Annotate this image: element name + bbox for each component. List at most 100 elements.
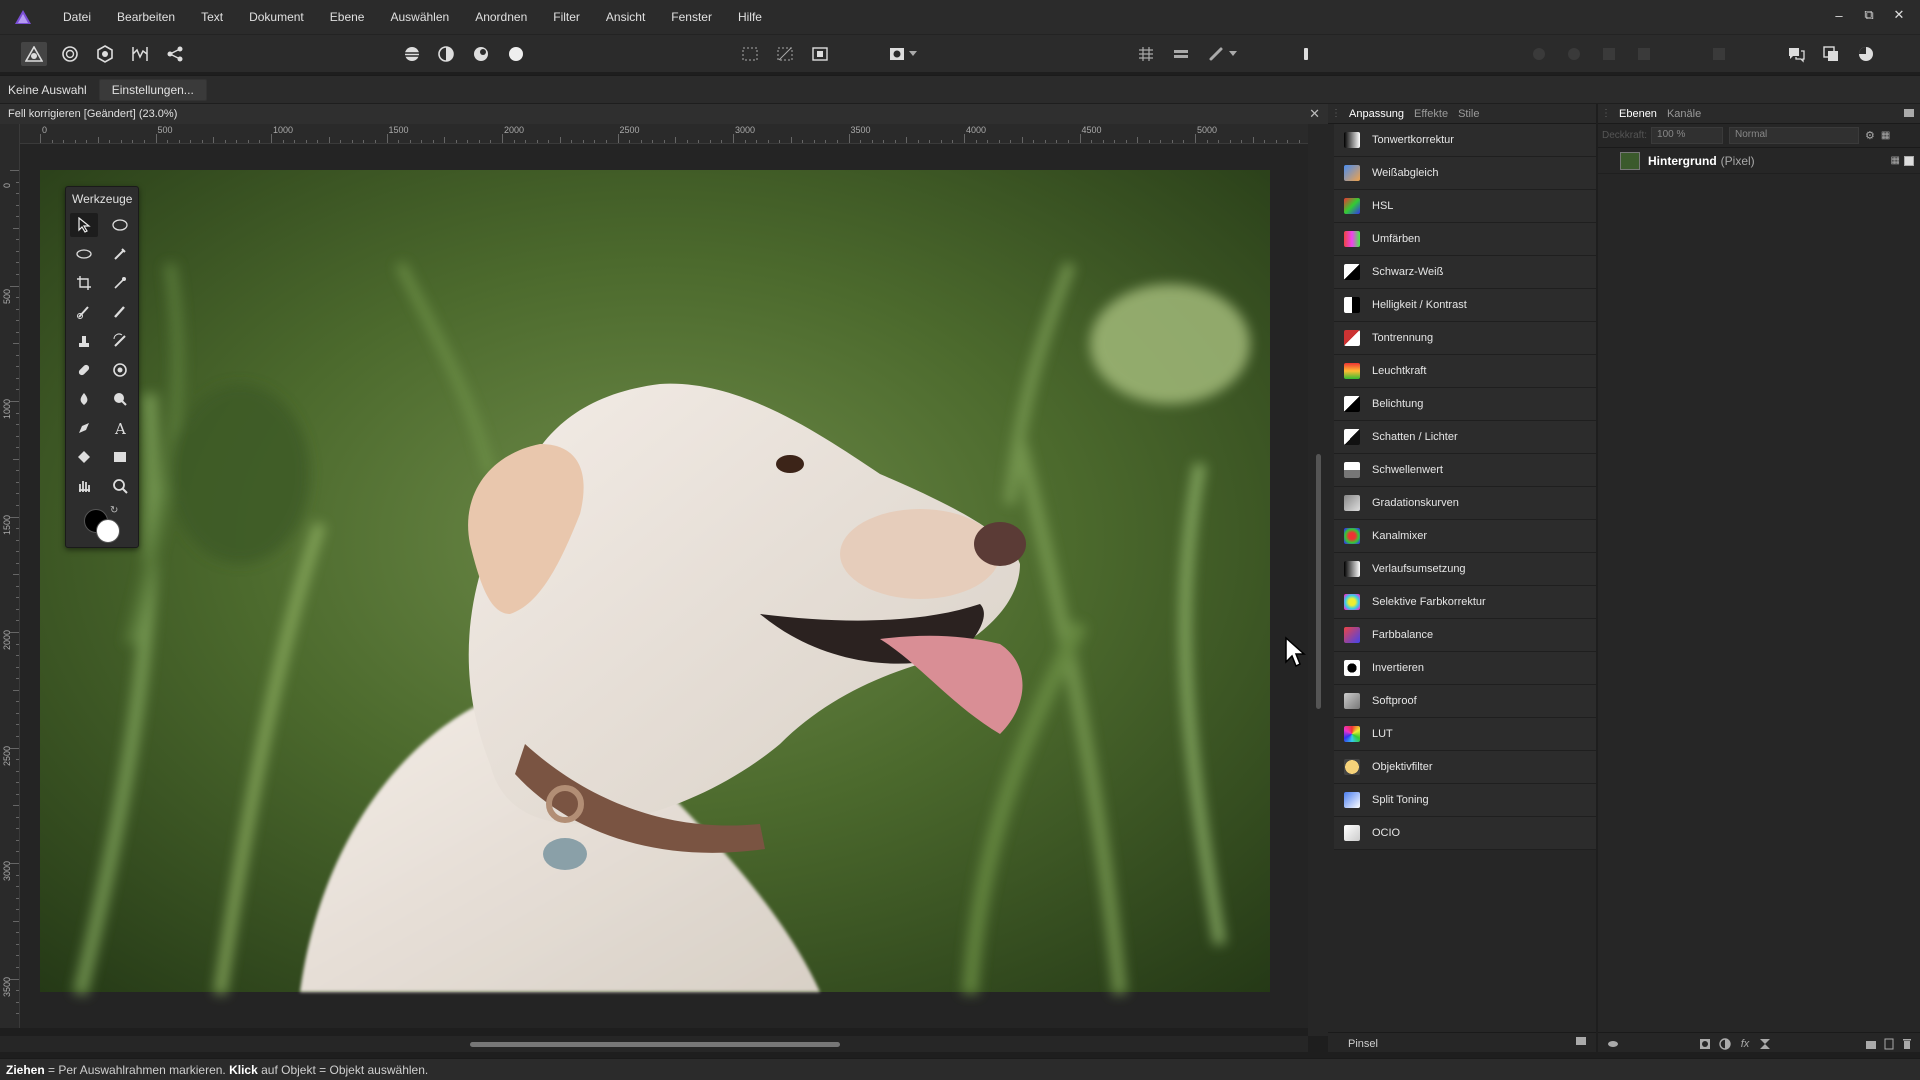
red-eye-icon[interactable] xyxy=(106,358,134,382)
menu-auswaehlen[interactable]: Auswählen xyxy=(377,0,462,34)
blend-mode-select[interactable]: Normal xyxy=(1729,127,1860,144)
color-well[interactable]: ↻ xyxy=(82,505,126,545)
adjustment-item[interactable]: Kanalmixer xyxy=(1334,520,1596,553)
menu-text[interactable]: Text xyxy=(188,0,236,34)
menu-fenster[interactable]: Fenster xyxy=(658,0,725,34)
settings-button[interactable]: Einstellungen... xyxy=(98,78,207,101)
panel-grip-icon[interactable]: ⋮ xyxy=(1598,108,1614,119)
affinity-photo-icon[interactable] xyxy=(10,7,36,27)
layers-stack-icon[interactable] xyxy=(1606,1037,1620,1051)
menu-filter[interactable]: Filter xyxy=(540,0,593,34)
adjustment-item[interactable]: Split Toning xyxy=(1334,784,1596,817)
zoom-icon[interactable] xyxy=(106,474,134,498)
liquify-persona-icon[interactable] xyxy=(57,42,83,66)
tab-anpassung[interactable]: Anpassung xyxy=(1344,108,1409,120)
vertical-scroll-thumb[interactable] xyxy=(1316,454,1321,709)
tone-mapping-persona-icon[interactable] xyxy=(127,42,153,66)
restore-icon[interactable]: ⧉ xyxy=(1854,2,1884,28)
adjustment-item[interactable]: HSL xyxy=(1334,190,1596,223)
adjustment-item[interactable]: OCIO xyxy=(1334,817,1596,850)
new-layer-icon[interactable] xyxy=(1882,1037,1896,1051)
adjustment-item[interactable]: Leuchtkraft xyxy=(1334,355,1596,388)
crop-icon[interactable] xyxy=(70,271,98,295)
quick-mask-dropdown-icon[interactable] xyxy=(906,42,920,66)
paint-brush-icon[interactable] xyxy=(70,300,98,324)
dog-photo[interactable] xyxy=(20,144,1308,1028)
close-window-icon[interactable]: ✕ xyxy=(1884,2,1914,28)
adjustment-item[interactable]: Weißabgleich xyxy=(1334,157,1596,190)
info-icon[interactable] xyxy=(1293,42,1319,66)
selection-mode-intersect-icon[interactable] xyxy=(807,42,833,66)
document-tab[interactable]: Fell korrigieren [Geändert] (23.0%) ✕ xyxy=(0,104,1328,124)
menu-bearbeiten[interactable]: Bearbeiten xyxy=(104,0,188,34)
pen-icon[interactable] xyxy=(70,416,98,440)
smudge-icon[interactable] xyxy=(106,387,134,411)
dodge-icon[interactable] xyxy=(70,387,98,411)
auto-levels-icon[interactable] xyxy=(399,42,425,66)
panel-menu-icon[interactable] xyxy=(1576,1037,1586,1045)
background-color-swatch[interactable] xyxy=(96,519,120,543)
live-filter-icon[interactable] xyxy=(1758,1037,1772,1051)
menu-datei[interactable]: Datei xyxy=(50,0,104,34)
arrange-icon[interactable] xyxy=(1818,42,1844,66)
adjustment-item[interactable]: Helligkeit / Kontrast xyxy=(1334,289,1596,322)
hand-icon[interactable] xyxy=(70,474,98,498)
adjustment-item[interactable]: Farbbalance xyxy=(1334,619,1596,652)
menu-ansicht[interactable]: Ansicht xyxy=(593,0,658,34)
close-document-icon[interactable]: ✕ xyxy=(1309,106,1320,122)
fx-layer-effects-icon[interactable]: fx xyxy=(1738,1037,1752,1051)
swap-colors-icon[interactable]: ↻ xyxy=(110,505,118,516)
menu-anordnen[interactable]: Anordnen xyxy=(462,0,540,34)
color-picker-icon[interactable] xyxy=(106,242,134,266)
menu-hilfe[interactable]: Hilfe xyxy=(725,0,775,34)
adjustment-item[interactable]: Schwellenwert xyxy=(1334,454,1596,487)
snapping-grid-icon[interactable] xyxy=(1133,42,1159,66)
adjustment-item[interactable]: Umfärben xyxy=(1334,223,1596,256)
auto-white-balance-icon[interactable] xyxy=(503,42,529,66)
horizontal-scroll-thumb[interactable] xyxy=(470,1042,840,1047)
text-icon[interactable]: A xyxy=(106,416,134,440)
tab-stile[interactable]: Stile xyxy=(1453,108,1484,120)
clone-stamp-icon[interactable] xyxy=(70,329,98,353)
selection-mode-new-icon[interactable] xyxy=(737,42,763,66)
adjustment-item[interactable]: Invertieren xyxy=(1334,652,1596,685)
move-tool-icon[interactable] xyxy=(70,213,98,237)
adjustment-item[interactable]: Objektivfilter xyxy=(1334,751,1596,784)
adjustment-item[interactable]: Tontrennung xyxy=(1334,322,1596,355)
horizontal-scrollbar[interactable] xyxy=(0,1036,1308,1052)
adjustment-item[interactable]: Schatten / Lichter xyxy=(1334,421,1596,454)
rectangle-icon[interactable] xyxy=(106,445,134,469)
adjustment-layer-icon[interactable] xyxy=(1718,1037,1732,1051)
assistant-icon[interactable] xyxy=(1783,42,1809,66)
develop-persona-icon[interactable] xyxy=(92,42,118,66)
snapping-dropdown-icon[interactable] xyxy=(1226,42,1240,66)
canvas[interactable] xyxy=(20,144,1308,1028)
freehand-selection-icon[interactable] xyxy=(70,242,98,266)
adjustment-item[interactable]: Belichtung xyxy=(1334,388,1596,421)
adjustment-item[interactable]: Verlaufsumsetzung xyxy=(1334,553,1596,586)
auto-contrast-icon[interactable] xyxy=(433,42,459,66)
panel-grip-icon[interactable]: ⋮ xyxy=(1328,108,1344,119)
brush-panel-label[interactable]: Pinsel xyxy=(1328,1038,1378,1050)
brush-icon[interactable] xyxy=(106,300,134,324)
alignment-icon[interactable] xyxy=(1168,42,1194,66)
photo-persona-icon[interactable] xyxy=(21,42,47,66)
flood-fill-icon[interactable] xyxy=(70,445,98,469)
layer-visibility-checkbox[interactable] xyxy=(1904,155,1914,166)
new-group-icon[interactable] xyxy=(1864,1037,1878,1051)
healing-brush-icon[interactable] xyxy=(70,358,98,382)
layers-panel-menu-icon[interactable] xyxy=(1904,109,1914,117)
menu-dokument[interactable]: Dokument xyxy=(236,0,317,34)
color-mode-icon[interactable] xyxy=(1853,42,1879,66)
delete-layer-icon[interactable] xyxy=(1900,1037,1914,1051)
tab-ebenen[interactable]: Ebenen xyxy=(1614,108,1662,120)
adjustment-item[interactable]: Schwarz-Weiß xyxy=(1334,256,1596,289)
tab-kanaele[interactable]: Kanäle xyxy=(1662,108,1706,120)
layer-settings-icon[interactable]: ⚙ xyxy=(1865,129,1875,142)
adjustment-item[interactable]: Gradationskurven xyxy=(1334,487,1596,520)
mask-layer-icon[interactable] xyxy=(1698,1037,1712,1051)
layer-row[interactable]: Hintergrund (Pixel) ▦ xyxy=(1598,148,1920,174)
selection-mode-subtract-icon[interactable] xyxy=(772,42,798,66)
undo-brush-icon[interactable] xyxy=(106,329,134,353)
layer-lock-icon[interactable]: ▦ xyxy=(1891,155,1900,166)
